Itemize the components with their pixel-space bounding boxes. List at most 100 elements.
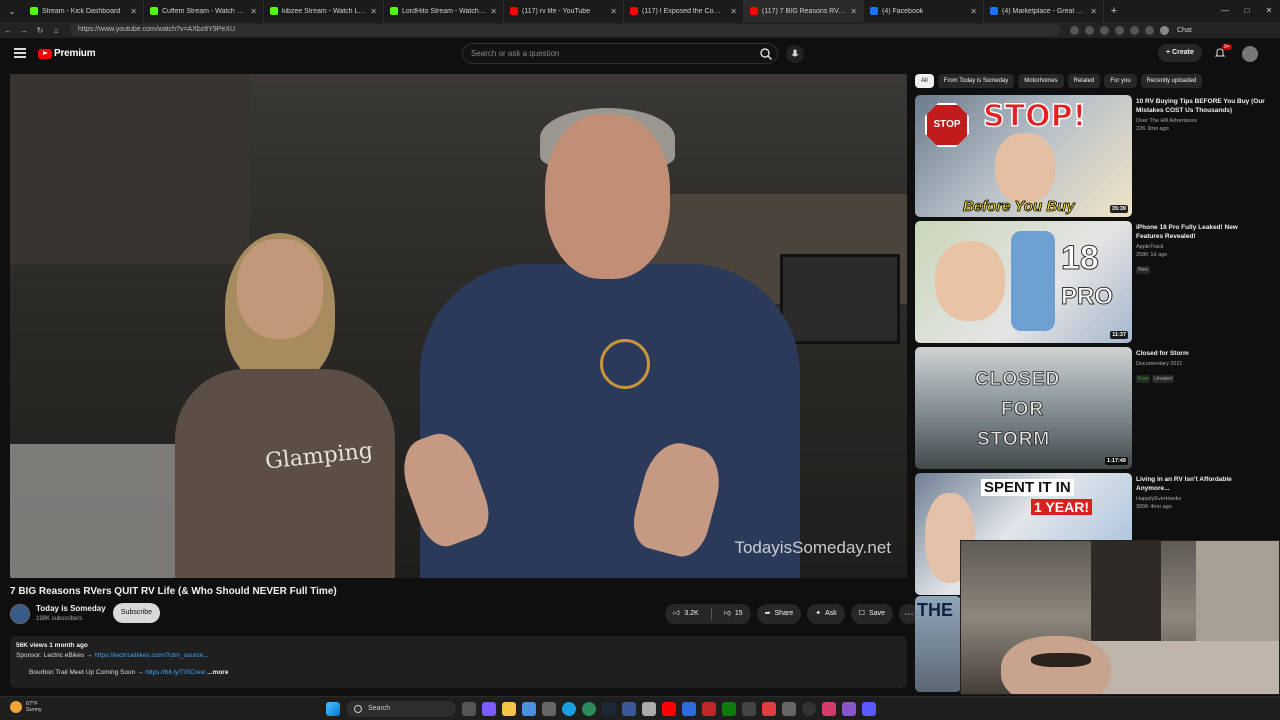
- video-thumbnail[interactable]: CLOSED FOR STORM 1:17:49: [915, 347, 1132, 469]
- extension-icon[interactable]: [1115, 25, 1124, 35]
- browser-tab[interactable]: (117) 7 BIG Reasons RVers Q ✕: [744, 0, 864, 22]
- app-icon[interactable]: [782, 702, 796, 716]
- store-icon[interactable]: [522, 702, 536, 716]
- tab-close-icon[interactable]: ✕: [370, 7, 377, 16]
- recommendation-channel[interactable]: Over The Hill Adventures: [1136, 118, 1266, 124]
- app-icon[interactable]: [682, 702, 696, 716]
- filter-chip[interactable]: All: [915, 74, 934, 88]
- recommendation-title[interactable]: Closed for Storm: [1136, 349, 1266, 358]
- account-avatar[interactable]: [1242, 46, 1258, 62]
- recommendation-item[interactable]: 18 PRO 11:37 iPhone 18 Pro Fully Leaked!…: [915, 221, 1275, 343]
- copilot-icon[interactable]: [482, 702, 496, 716]
- app-icon[interactable]: [862, 702, 876, 716]
- channel-avatar[interactable]: [10, 604, 30, 624]
- app-icon[interactable]: [822, 702, 836, 716]
- filter-chip[interactable]: Motorhomes: [1018, 74, 1064, 88]
- steam-icon[interactable]: [602, 702, 616, 716]
- browser-tab[interactable]: Cuffem Stream - Watch Live on Kick ✕: [144, 0, 264, 22]
- filter-chip[interactable]: Recently uploaded: [1140, 74, 1203, 88]
- extension-icon[interactable]: [1145, 25, 1154, 35]
- task-view-icon[interactable]: [462, 702, 476, 716]
- video-description[interactable]: 56K views 1 month ago Sponsor: Lectric e…: [10, 636, 907, 688]
- subscribe-button[interactable]: Subscribe: [113, 603, 160, 623]
- extension-icon[interactable]: [1085, 25, 1094, 35]
- minimize-icon[interactable]: —: [1214, 0, 1236, 22]
- tab-close-icon[interactable]: ✕: [610, 7, 617, 16]
- recommendation-title[interactable]: iPhone 18 Pro Fully Leaked! New Features…: [1136, 223, 1266, 241]
- taskbar-search[interactable]: Search: [346, 701, 456, 717]
- tab-close-icon[interactable]: ✕: [850, 7, 857, 16]
- filter-chip[interactable]: From Today is Someday: [937, 74, 1015, 88]
- youtube-logo[interactable]: Premium: [38, 48, 96, 59]
- video-thumbnail[interactable]: 18 PRO 11:37: [915, 221, 1132, 343]
- menu-icon[interactable]: [14, 48, 26, 58]
- browser-tab[interactable]: kibzee Stream - Watch Live on Kick✕: [264, 0, 384, 22]
- recommendation-title[interactable]: Living in an RV Isn't Affordable Anymore…: [1136, 475, 1266, 493]
- new-tab-button[interactable]: +: [1104, 5, 1124, 17]
- windows-start-icon[interactable]: [326, 702, 340, 716]
- video-thumbnail[interactable]: THE: [915, 596, 961, 692]
- video-player[interactable]: Glamping TodayisSomeday.net: [10, 74, 907, 578]
- url-field[interactable]: https://www.youtube.com/watch?v=AXbz8Y9P…: [70, 24, 1060, 36]
- reload-icon[interactable]: ↻: [32, 26, 48, 35]
- browser-tab[interactable]: (4) Marketplace - Great Condition ✕: [984, 0, 1104, 22]
- adobe-icon[interactable]: [702, 702, 716, 716]
- tab-close-icon[interactable]: ✕: [1090, 7, 1097, 16]
- xbox-icon[interactable]: [722, 702, 736, 716]
- calendar-icon[interactable]: [542, 702, 556, 716]
- extension-icon[interactable]: [1100, 25, 1109, 35]
- youtube-app-icon[interactable]: [662, 702, 676, 716]
- extension-icon[interactable]: [1130, 25, 1139, 35]
- recommendation-title[interactable]: 10 RV Buying Tips BEFORE You Buy (Our Mi…: [1136, 97, 1266, 115]
- search-icon[interactable]: [759, 47, 773, 61]
- tab-close-icon[interactable]: ✕: [730, 7, 737, 16]
- browser-tab[interactable]: (4) Facebook ✕: [864, 0, 984, 22]
- recommendation-channel[interactable]: Documentary 2021: [1136, 361, 1266, 367]
- app-icon[interactable]: [622, 702, 636, 716]
- close-icon[interactable]: ✕: [1258, 0, 1280, 22]
- filter-chip[interactable]: Related: [1067, 74, 1101, 88]
- file-explorer-icon[interactable]: [502, 702, 516, 716]
- description-link[interactable]: https://bit.ly/TISCrew: [145, 669, 205, 676]
- recommendation-item[interactable]: CLOSED FOR STORM 1:17:49 Closed for Stor…: [915, 347, 1275, 469]
- forward-icon[interactable]: →: [16, 26, 32, 35]
- chrome-icon[interactable]: [582, 702, 596, 716]
- app-icon[interactable]: [642, 702, 656, 716]
- recommendation-channel[interactable]: AppleTrack: [1136, 244, 1266, 250]
- dislike-button[interactable]: 👎︎ 15: [716, 604, 751, 624]
- recommendation-item[interactable]: STOP STOP! Before You Buy 35:39 10 RV Bu…: [915, 95, 1275, 217]
- browser-tab[interactable]: (117) rv life - YouTube ✕: [504, 0, 624, 22]
- ask-button[interactable]: ✦ Ask: [807, 604, 845, 624]
- filter-chip[interactable]: For you: [1104, 74, 1137, 88]
- app-icon[interactable]: [842, 702, 856, 716]
- extension-icon[interactable]: [1070, 25, 1079, 35]
- create-button[interactable]: + Create: [1158, 44, 1202, 62]
- tab-close-icon[interactable]: ✕: [130, 7, 137, 16]
- share-button[interactable]: ➦ Share: [756, 604, 802, 624]
- back-icon[interactable]: ←: [0, 26, 16, 35]
- description-link[interactable]: https://lectricebikes.com/?utm_source...: [94, 652, 208, 659]
- obs-icon[interactable]: [802, 702, 816, 716]
- recommendation-channel[interactable]: HappilyEverHanks: [1136, 496, 1266, 502]
- tab-close-icon[interactable]: ✕: [490, 7, 497, 16]
- app-icon[interactable]: [742, 702, 756, 716]
- tab-close-icon[interactable]: ✕: [250, 7, 257, 16]
- tab-close-icon[interactable]: ✕: [970, 7, 977, 16]
- channel-name[interactable]: Today is Someday: [36, 604, 106, 613]
- browser-tab[interactable]: (117) I Exposed the Company Spying ✕: [624, 0, 744, 22]
- browser-tab[interactable]: LordHito Stream - Watch Live on Kick✕: [384, 0, 504, 22]
- home-icon[interactable]: ⌂: [48, 26, 64, 35]
- save-button[interactable]: ☐ Save: [850, 604, 893, 624]
- edge-icon[interactable]: [562, 702, 576, 716]
- search-input[interactable]: Search or ask a question: [462, 43, 778, 64]
- app-icon[interactable]: [762, 702, 776, 716]
- maximize-icon[interactable]: □: [1236, 0, 1258, 22]
- show-more-link[interactable]: ...more: [207, 669, 228, 676]
- chat-button[interactable]: Chat: [1177, 27, 1192, 34]
- profile-avatar-icon[interactable]: [1160, 25, 1169, 35]
- video-thumbnail[interactable]: STOP STOP! Before You Buy 35:39: [915, 95, 1132, 217]
- like-button[interactable]: 👍︎ 3.2K: [665, 604, 707, 624]
- tab-menu-icon[interactable]: ⌄: [0, 0, 24, 22]
- voice-search-button[interactable]: [786, 45, 804, 63]
- weather-widget[interactable]: 67°F Sunny: [10, 701, 42, 713]
